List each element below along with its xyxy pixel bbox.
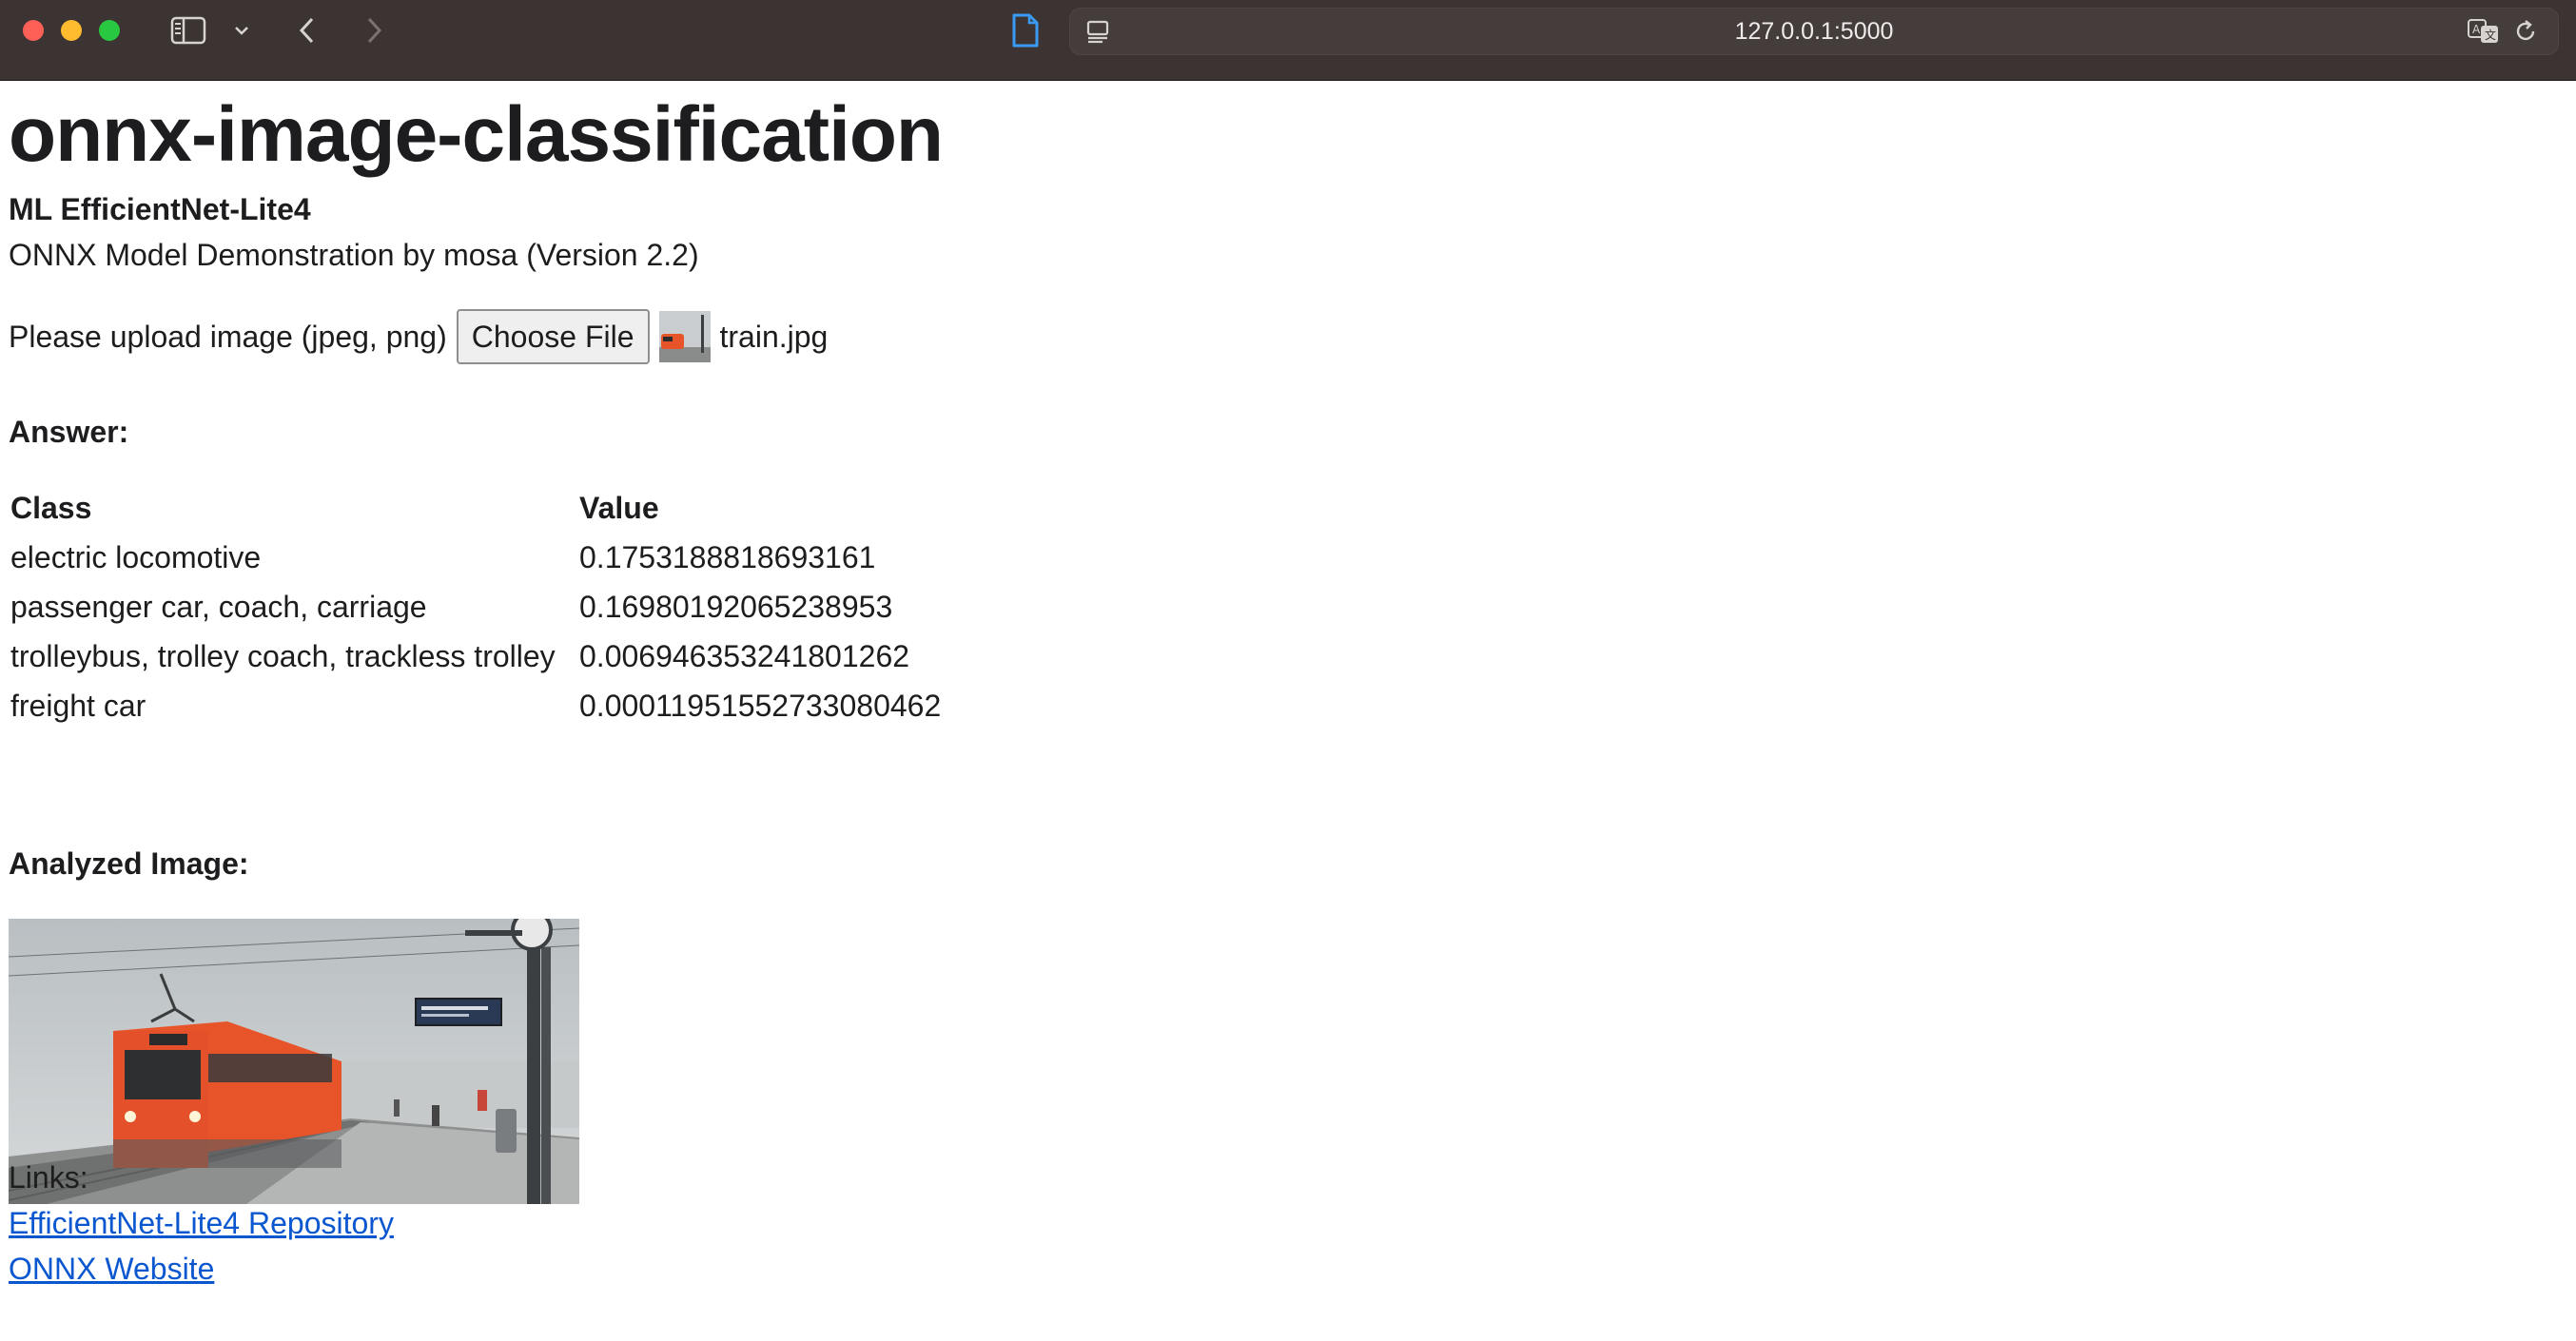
analyzed-image-heading: Analyzed Image: bbox=[9, 846, 249, 881]
efficientnet-repository-link[interactable]: EfficientNet-Lite4 Repository bbox=[9, 1204, 394, 1242]
reload-button[interactable] bbox=[2510, 16, 2541, 47]
page-title: onnx-image-classification bbox=[9, 91, 944, 178]
zoom-window-button[interactable] bbox=[99, 20, 120, 41]
description: ONNX Model Demonstration by mosa (Versio… bbox=[9, 238, 699, 272]
chevron-right-icon bbox=[367, 17, 382, 44]
table-header-row: Class Value bbox=[10, 483, 941, 533]
browser-toolbar: 127.0.0.1:5000 A 文 bbox=[0, 0, 2576, 81]
value-cell: 0.00011951552733080462 bbox=[579, 688, 942, 723]
class-cell: trolleybus, trolley coach, trackless tro… bbox=[10, 638, 556, 673]
page-button[interactable] bbox=[1006, 11, 1044, 49]
sidebar-icon bbox=[170, 16, 206, 45]
translate-button[interactable]: A 文 bbox=[2465, 16, 2503, 47]
minimize-window-button[interactable] bbox=[61, 20, 82, 41]
svg-text:A: A bbox=[2472, 23, 2481, 36]
onnx-website-link[interactable]: ONNX Website bbox=[9, 1250, 214, 1288]
class-cell: freight car bbox=[10, 688, 146, 723]
chevron-down-icon bbox=[235, 27, 248, 35]
class-cell: passenger car, coach, carriage bbox=[10, 589, 427, 624]
table-row: freight car 0.00011951552733080462 bbox=[10, 681, 941, 730]
value-column-header: Value bbox=[579, 490, 659, 525]
answer-heading: Answer: bbox=[9, 415, 129, 449]
choose-file-button[interactable]: Choose File bbox=[456, 309, 650, 364]
back-button[interactable] bbox=[291, 11, 323, 49]
value-cell: 0.16980192065238953 bbox=[579, 589, 893, 624]
table-row: electric locomotive 0.1753188818693161 bbox=[10, 533, 941, 582]
forward-button[interactable] bbox=[358, 11, 390, 49]
value-cell: 0.006946353241801262 bbox=[579, 638, 910, 673]
chevron-left-icon bbox=[299, 17, 314, 44]
upload-label: Please upload image (jpeg, png) bbox=[9, 319, 447, 354]
tab-group-menu-button[interactable] bbox=[228, 11, 255, 49]
upload-row: Please upload image (jpeg, png) Choose F… bbox=[9, 308, 828, 365]
model-name: ML EfficientNet-Lite4 bbox=[9, 192, 311, 226]
table-row: trolleybus, trolley coach, trackless tro… bbox=[10, 632, 941, 681]
links-heading: Links: bbox=[9, 1160, 88, 1195]
document-icon bbox=[1012, 13, 1039, 48]
class-cell: electric locomotive bbox=[10, 539, 262, 574]
selected-file-name: train.jpg bbox=[719, 319, 829, 354]
table-row: passenger car, coach, carriage 0.1698019… bbox=[10, 582, 941, 632]
address-bar[interactable]: 127.0.0.1:5000 A 文 bbox=[1069, 8, 2559, 55]
url-text[interactable]: 127.0.0.1:5000 bbox=[1070, 9, 2558, 54]
value-cell: 0.1753188818693161 bbox=[579, 539, 876, 574]
results-table: Class Value electric locomotive 0.175318… bbox=[9, 483, 943, 730]
class-column-header: Class bbox=[10, 490, 92, 525]
analyzed-image bbox=[9, 919, 579, 1204]
reload-icon bbox=[2516, 20, 2535, 41]
file-thumbnail bbox=[658, 311, 711, 362]
close-window-button[interactable] bbox=[23, 20, 44, 41]
sidebar-toggle-button[interactable] bbox=[167, 11, 209, 49]
svg-text:文: 文 bbox=[2485, 28, 2496, 42]
translate-icon: A 文 bbox=[2468, 19, 2498, 43]
